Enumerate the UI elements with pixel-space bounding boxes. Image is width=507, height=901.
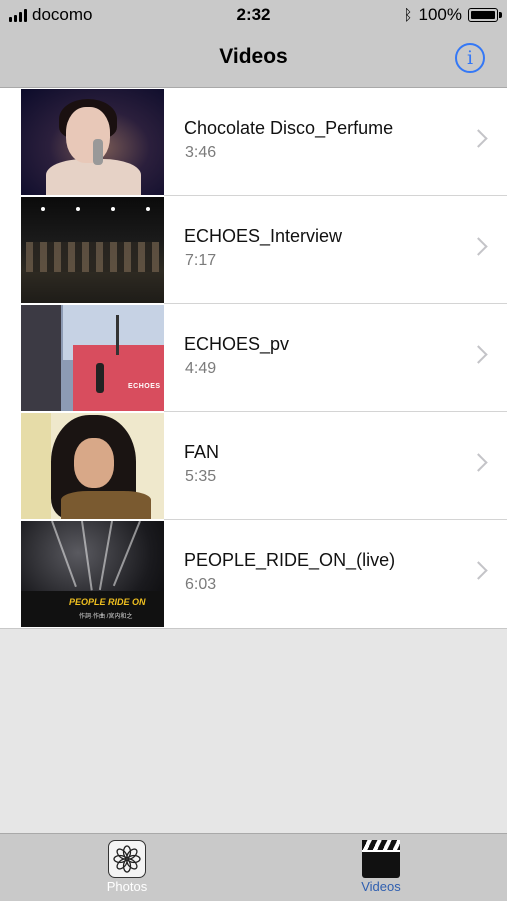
list-item[interactable]: ECHOES ECHOES_pv 4:49 [0, 304, 507, 412]
video-duration: 3:46 [185, 144, 217, 161]
battery-percent: 100% [418, 5, 462, 24]
chevron-right-icon [469, 561, 488, 580]
video-title: ECHOES_Interview [184, 226, 343, 246]
video-duration: 4:49 [185, 360, 217, 377]
thumbnail-caption: PEOPLE RIDE ON [69, 597, 146, 607]
info-button[interactable]: i [455, 43, 485, 73]
tab-videos[interactable]: Videos [336, 840, 426, 894]
status-right-group: ᛒ 100% [403, 5, 502, 25]
video-title: PEOPLE_RIDE_ON_(live) [184, 550, 396, 570]
bluetooth-icon: ᛒ [403, 6, 413, 24]
status-bar: docomo 2:32 ᛒ 100% [0, 0, 507, 30]
photos-icon [108, 840, 146, 878]
thumbnail-credit: 作詞·作曲 /宮内和之 [79, 614, 133, 620]
navigation-bar: Videos i [0, 30, 507, 88]
video-duration: 6:03 [185, 576, 217, 593]
video-title: FAN [184, 442, 220, 462]
chevron-right-icon [469, 237, 488, 256]
tab-bar: Photos Videos [0, 833, 507, 901]
tab-photos[interactable]: Photos [82, 840, 172, 894]
list-item[interactable]: FAN 5:35 [0, 412, 507, 520]
thumbnail-caption: ECHOES [128, 383, 161, 390]
chevron-right-icon [469, 453, 488, 472]
video-thumbnail [21, 89, 164, 195]
video-list: Chocolate Disco_Perfume 3:46 ECHOES_Inte… [0, 88, 507, 629]
video-duration: 7:17 [185, 252, 217, 269]
video-title: ECHOES_pv [184, 334, 290, 354]
list-item[interactable]: Chocolate Disco_Perfume 3:46 [0, 88, 507, 196]
clapperboard-icon [362, 840, 400, 878]
tab-label: Videos [361, 879, 401, 894]
video-thumbnail [21, 413, 164, 519]
video-duration: 5:35 [185, 468, 217, 485]
video-thumbnail: PEOPLE RIDE ON 作詞·作曲 /宮内和之 [21, 521, 164, 627]
list-item[interactable]: PEOPLE RIDE ON 作詞·作曲 /宮内和之 PEOPLE_RIDE_O… [0, 520, 507, 628]
video-title: Chocolate Disco_Perfume [184, 118, 394, 138]
battery-icon [468, 8, 502, 22]
chevron-right-icon [469, 129, 488, 148]
chevron-right-icon [469, 345, 488, 364]
video-thumbnail: ECHOES [21, 305, 164, 411]
page-title: Videos [219, 45, 288, 68]
list-item[interactable]: ECHOES_Interview 7:17 [0, 196, 507, 304]
tab-label: Photos [106, 879, 148, 894]
video-thumbnail [21, 197, 164, 303]
